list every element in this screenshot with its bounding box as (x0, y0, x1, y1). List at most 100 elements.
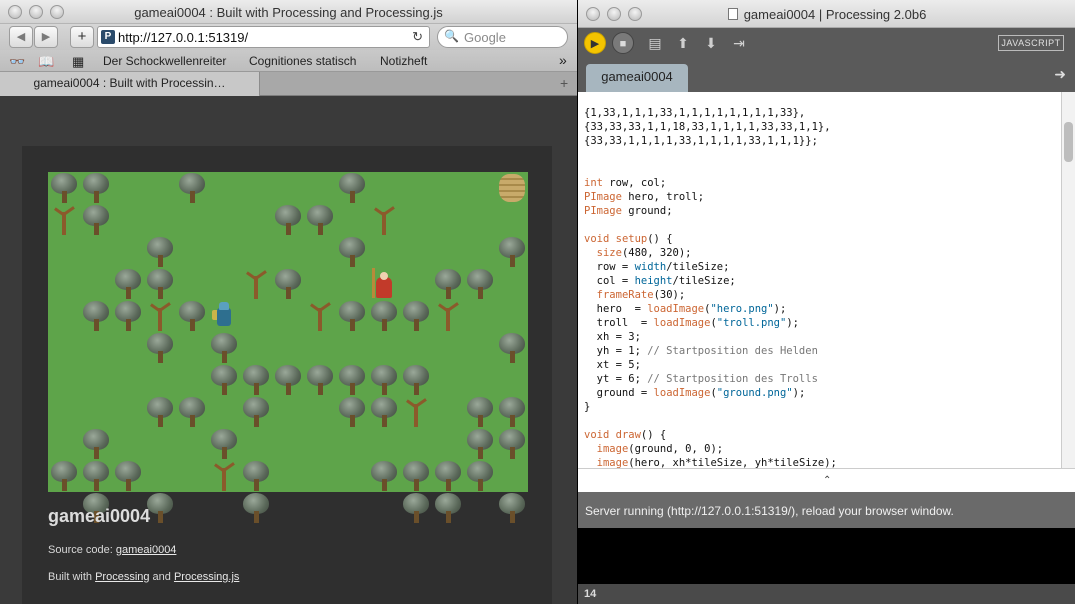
browser-title: gameai0004 : Built with Processing and P… (134, 5, 443, 20)
tree-sprite (272, 204, 304, 236)
tree-sprite (176, 172, 208, 204)
source-label: Source code: (48, 544, 116, 556)
tree-sprite (240, 460, 272, 492)
tree-sprite (240, 364, 272, 396)
tree-sprite (464, 460, 496, 492)
tree-sprite (432, 460, 464, 492)
editor-scrollbar[interactable] (1061, 92, 1075, 468)
tree-sprite (336, 300, 368, 332)
tree-sprite (112, 300, 144, 332)
tree-sprite (80, 300, 112, 332)
search-field[interactable]: 🔍 Google (437, 26, 568, 48)
bookmark-item[interactable]: Der Schockwellenreiter (103, 54, 226, 68)
ide-title: gameai0004 | Processing 2.0b6 (578, 7, 1075, 22)
ide-toolbar: ▶ ■ ▤ ⬆ ⬇ ⇥ JAVASCRIPT (578, 28, 1075, 58)
code-text: {1,33,1,1,1,33,1,1,1,1,1,1,1,1,33}, {33,3… (584, 107, 837, 468)
tree-sprite (48, 172, 80, 204)
hero-sprite (208, 300, 240, 332)
tree-sprite (336, 396, 368, 428)
console-divider[interactable]: ⌃ (578, 468, 1075, 492)
new-button[interactable]: ▤ (644, 32, 666, 54)
favicon-icon: P (101, 30, 115, 44)
tree-sprite (432, 492, 464, 524)
address-bar[interactable]: P http://127.0.0.1:51319/ ↻ (97, 26, 430, 48)
bookmark-item[interactable]: Cognitiones statisch (249, 54, 356, 68)
tree-sprite (304, 364, 336, 396)
tree-sprite (464, 396, 496, 428)
and-label: and (149, 571, 174, 583)
dead-tree-sprite (240, 268, 272, 300)
browser-window: gameai0004 : Built with Processing and P… (0, 0, 577, 604)
tree-sprite (432, 268, 464, 300)
tree-sprite (496, 428, 528, 460)
bookmark-item[interactable]: Notizheft (380, 54, 427, 68)
tree-sprite (48, 460, 80, 492)
tree-sprite (496, 236, 528, 268)
scrollbar-thumb[interactable] (1064, 122, 1073, 162)
troll-sprite (368, 268, 400, 300)
console-area[interactable] (578, 528, 1075, 584)
open-button[interactable]: ⬆ (672, 32, 694, 54)
reload-icon[interactable]: ↻ (412, 29, 423, 45)
tree-sprite (368, 300, 400, 332)
built-with-line: Built with Processing and Processing.js (48, 571, 239, 583)
forward-button[interactable]: ▶ (34, 26, 58, 48)
sketch-tab[interactable]: gameai0004 (586, 64, 688, 92)
new-tab-button[interactable]: + (560, 75, 568, 91)
caret-up-icon[interactable]: ⌃ (823, 475, 831, 486)
dead-tree-sprite (208, 460, 240, 492)
processing-link[interactable]: Processing (95, 571, 149, 583)
ide-titlebar: gameai0004 | Processing 2.0b6 (578, 0, 1075, 28)
tree-sprite (400, 492, 432, 524)
dead-tree-sprite (368, 204, 400, 236)
tree-sprite (80, 460, 112, 492)
browser-toolbar: ◀ ▶ + P http://127.0.0.1:51319/ ↻ 🔍 Goog… (0, 24, 577, 50)
status-message: Server running (http://127.0.0.1:51319/)… (585, 504, 954, 518)
processingjs-link[interactable]: Processing.js (174, 571, 239, 583)
rock-sprite (496, 172, 528, 204)
footer-bar: 14 (578, 584, 1075, 604)
save-button[interactable]: ⬇ (700, 32, 722, 54)
tree-sprite (176, 300, 208, 332)
tree-sprite (336, 364, 368, 396)
mode-button[interactable]: JAVASCRIPT (998, 35, 1064, 51)
tree-sprite (208, 332, 240, 364)
browser-tabbar: gameai0004 : Built with Processin… + (0, 72, 577, 96)
tree-sprite (112, 268, 144, 300)
browser-titlebar: gameai0004 : Built with Processing and P… (0, 0, 577, 24)
browser-tab[interactable]: gameai0004 : Built with Processin… (0, 72, 260, 96)
tree-sprite (368, 396, 400, 428)
tree-sprite (144, 332, 176, 364)
run-button[interactable]: ▶ (584, 32, 606, 54)
reading-list-icon[interactable]: 👓 (9, 54, 25, 70)
top-sites-icon[interactable]: ▦ (72, 54, 84, 70)
document-icon (727, 8, 738, 20)
tree-sprite (208, 364, 240, 396)
tab-menu-icon[interactable]: ➜ (1054, 66, 1066, 83)
tree-sprite (80, 428, 112, 460)
tree-sprite (336, 172, 368, 204)
tree-sprite (240, 492, 272, 524)
tree-sprite (368, 460, 400, 492)
back-button[interactable]: ◀ (9, 26, 33, 48)
line-number: 14 (584, 588, 597, 600)
code-editor[interactable]: {1,33,1,1,1,33,1,1,1,1,1,1,1,1,33}, {33,3… (578, 92, 1075, 468)
tree-sprite (144, 396, 176, 428)
ide-title-text: gameai0004 | Processing 2.0b6 (743, 7, 927, 22)
tree-sprite (336, 236, 368, 268)
bookmarks-icon[interactable]: 📖 (38, 54, 54, 70)
add-bookmark-button[interactable]: + (70, 26, 94, 48)
url-text: http://127.0.0.1:51319/ (118, 30, 249, 45)
more-bookmarks-icon[interactable]: » (559, 52, 567, 68)
tree-sprite (208, 428, 240, 460)
tree-sprite (272, 364, 304, 396)
ide-window: gameai0004 | Processing 2.0b6 ▶ ■ ▤ ⬆ ⬇ … (577, 0, 1075, 604)
forward-icon: ▶ (41, 31, 51, 43)
game-canvas[interactable] (48, 172, 528, 523)
source-link[interactable]: gameai0004 (116, 544, 177, 556)
stop-button[interactable]: ■ (612, 32, 634, 54)
tree-sprite (400, 364, 432, 396)
export-button[interactable]: ⇥ (728, 32, 750, 54)
tree-sprite (400, 460, 432, 492)
save-icon: ⬇ (705, 35, 717, 51)
